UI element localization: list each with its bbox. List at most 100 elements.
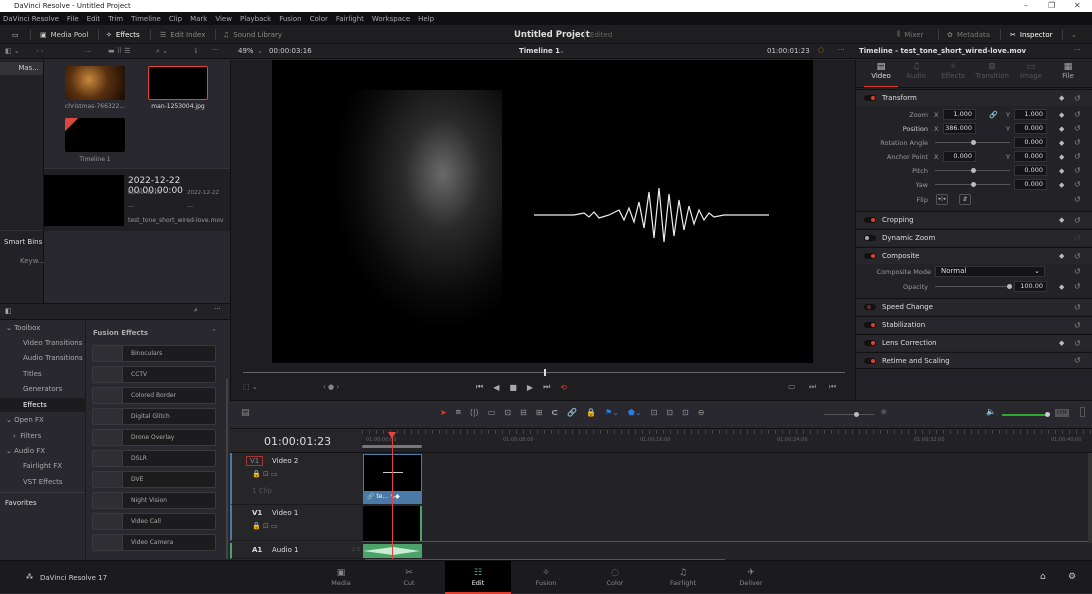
dynamic-zoom-toggle[interactable] xyxy=(864,235,876,241)
replace-clip-icon[interactable]: ⊞ xyxy=(536,408,543,417)
sort-icon[interactable]: ⇂ xyxy=(193,47,199,55)
viewer-scrubber[interactable] xyxy=(243,369,845,376)
effect-binoculars[interactable]: Binoculars xyxy=(92,345,216,362)
tree-open-fx[interactable]: ⌄ Open FX xyxy=(6,416,44,424)
match-frame-icon[interactable]: ▭ xyxy=(788,382,796,391)
position-x-input[interactable]: 386.000 xyxy=(943,123,976,134)
tab-video[interactable]: ▤ Video xyxy=(864,62,898,87)
reset-icon[interactable]: ↺ xyxy=(1074,195,1081,204)
section-speed-change[interactable]: Speed Change ↺ xyxy=(856,298,1092,315)
flip-horizontal-button[interactable]: ▸|◂ xyxy=(936,194,948,205)
anchor-x-input[interactable]: 0.000 xyxy=(943,151,976,162)
play-reverse-icon[interactable]: ◀ xyxy=(493,383,499,392)
detail-zoom-icon[interactable]: ⊡ xyxy=(666,408,673,417)
loop-icon[interactable]: ⟲ xyxy=(560,383,567,392)
keyframe-icon[interactable]: ◆ xyxy=(1059,167,1064,175)
keyframe-icon[interactable]: ◆ xyxy=(1059,94,1064,102)
menu-playback[interactable]: Playback xyxy=(240,15,271,23)
opacity-slider[interactable] xyxy=(935,284,1012,289)
reset-icon[interactable]: ↺ xyxy=(1074,152,1081,161)
menu-color[interactable]: Color xyxy=(310,15,328,23)
sidebar-toggle-icon[interactable]: ◧ xyxy=(5,307,12,315)
insert-clip-icon[interactable]: ⊡ xyxy=(504,408,511,417)
reset-icon[interactable]: ↺ xyxy=(1074,138,1081,147)
go-to-end-icon[interactable]: ⏭ xyxy=(543,382,550,392)
minimize-button[interactable]: – xyxy=(1024,0,1028,12)
effects-scrollbar[interactable] xyxy=(226,379,228,559)
reset-icon[interactable]: ↺ xyxy=(1074,303,1081,312)
effect-dve[interactable]: DVE xyxy=(92,471,216,488)
tree-toolbox[interactable]: ⌄ Toolbox xyxy=(6,324,40,332)
full-extent-zoom-icon[interactable]: ⊡ xyxy=(651,408,658,417)
zoom-x-input[interactable]: 1.000 xyxy=(943,109,976,120)
effect-dslr[interactable]: DSLR xyxy=(92,450,216,467)
yaw-slider[interactable] xyxy=(935,182,1010,187)
stabilization-toggle[interactable] xyxy=(864,322,876,328)
timeline-name[interactable]: Timeline 1 xyxy=(519,47,560,55)
timeline-ruler[interactable]: 01:00:00:00 01:00:08:00 01:00:16:00 01:0… xyxy=(362,430,1092,453)
custom-zoom-icon[interactable]: ⊡ xyxy=(682,408,689,417)
clip-thumbnail-selected[interactable] xyxy=(148,66,208,100)
pitch-slider[interactable] xyxy=(935,168,1010,173)
track-destination[interactable]: V1 xyxy=(246,456,264,466)
page-color[interactable]: ◌ Color xyxy=(582,561,648,594)
sound-library-button[interactable]: ♫ Sound Library xyxy=(223,25,282,44)
reset-icon[interactable]: ↺ xyxy=(1074,234,1081,243)
close-button[interactable]: ✕ xyxy=(1074,0,1081,12)
anchor-y-input[interactable]: 0.000 xyxy=(1014,151,1047,162)
menu-file[interactable]: File xyxy=(67,15,79,23)
overwrite-clip-icon[interactable]: ⊟ xyxy=(520,408,527,417)
page-media[interactable]: ▣ Media xyxy=(308,561,374,594)
opacity-input[interactable]: 100.00 xyxy=(1014,281,1047,292)
dynamic-trim-icon[interactable]: ⟨|⟩ xyxy=(470,408,479,417)
reset-icon[interactable]: ↺ xyxy=(1074,110,1081,119)
track-id[interactable]: V1 xyxy=(252,509,262,517)
zoom-y-input[interactable]: 1.000 xyxy=(1014,109,1047,120)
maximize-button[interactable]: ❐ xyxy=(1048,0,1055,12)
tree-vst-effects[interactable]: VST Effects xyxy=(23,478,63,486)
composite-mode-select[interactable]: Normal ⌄ xyxy=(935,266,1045,277)
tree-filters[interactable]: › Filters xyxy=(13,432,41,440)
search-icon[interactable]: ⌕ ⌄ xyxy=(156,47,168,56)
metadata-button[interactable]: ✿ Metadata xyxy=(947,25,990,44)
keyframe-icon[interactable]: ◆ xyxy=(1059,111,1064,119)
reset-icon[interactable]: ↺ xyxy=(1074,216,1081,225)
yaw-input[interactable]: 0.000 xyxy=(1014,179,1047,190)
page-deliver[interactable]: ✈ Deliver xyxy=(718,561,784,594)
flip-vertical-button[interactable]: ⇵ xyxy=(959,194,971,205)
timeline-view-options-icon[interactable]: ▤ xyxy=(241,408,250,418)
snapping-icon[interactable]: ⊂ xyxy=(551,408,558,417)
reset-icon[interactable]: ↺ xyxy=(1074,180,1081,189)
meter-toggle[interactable] xyxy=(1080,407,1085,417)
options-icon[interactable]: ··· xyxy=(212,46,219,54)
composite-toggle[interactable] xyxy=(864,253,876,259)
reset-icon[interactable]: ↺ xyxy=(1074,252,1081,261)
bin-keywords[interactable]: Keyw... xyxy=(20,257,44,265)
reset-icon[interactable]: ↺ xyxy=(1074,321,1081,330)
viewer-options-icon[interactable]: ··· xyxy=(838,46,845,54)
effect-cctv[interactable]: CCTV xyxy=(92,366,216,383)
keyframe-nav-icon[interactable]: ‹ ● › xyxy=(323,383,339,391)
tree-audio-fx[interactable]: ⌄ Audio FX xyxy=(6,447,45,455)
bin-master[interactable]: Mas... xyxy=(0,62,43,75)
page-fairlight[interactable]: ♫ Fairlight xyxy=(650,561,716,594)
effect-video-call[interactable]: Video Call xyxy=(92,513,216,530)
tab-image[interactable]: ▭ Image xyxy=(1014,62,1048,80)
effect-video-camera[interactable]: Video Camera xyxy=(92,534,216,551)
menu-trim[interactable]: Trim xyxy=(108,15,123,23)
reset-icon[interactable]: ↺ xyxy=(1074,339,1081,348)
keyframe-icon[interactable]: ◆ xyxy=(1059,181,1064,189)
media-pool-button[interactable]: ▣ Media Pool xyxy=(40,25,88,44)
collapse-icon[interactable]: ⌃ xyxy=(211,328,217,336)
viewer-zoom[interactable]: 49% xyxy=(238,47,254,55)
go-to-start-icon[interactable]: ⏮ xyxy=(476,382,483,392)
transform-toggle[interactable] xyxy=(864,95,876,101)
selection-tool-icon[interactable]: ➤ xyxy=(440,408,447,417)
section-retime-scaling[interactable]: Retime and Scaling ↺ xyxy=(856,352,1092,369)
zoom-out-icon[interactable]: ⊖ xyxy=(698,408,705,417)
zoom-dropdown-icon[interactable]: ⌄ xyxy=(257,47,263,55)
page-edit[interactable]: ☷ Edit xyxy=(445,561,511,594)
edit-index-button[interactable]: ☰ Edit Index xyxy=(160,25,205,44)
tab-file[interactable]: ▦ File xyxy=(1051,62,1085,80)
trim-tool-icon[interactable]: ⧈ xyxy=(456,407,461,417)
